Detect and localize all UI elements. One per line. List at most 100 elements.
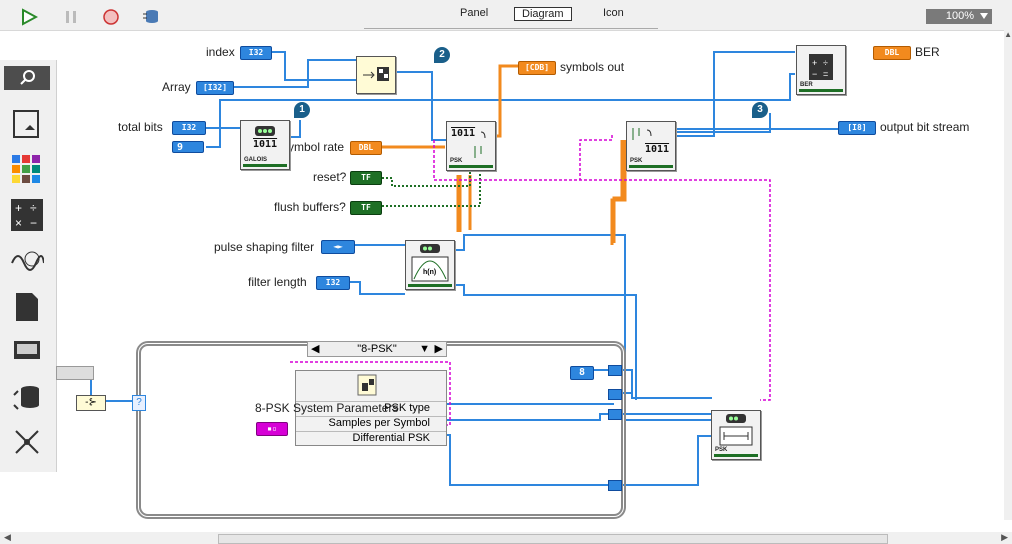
psk-modulator-vi[interactable]: 1011 PSK: [446, 121, 496, 171]
vertical-scrollbar[interactable]: ▲: [1004, 30, 1012, 520]
svg-text:+: +: [15, 201, 22, 215]
svg-text:÷: ÷: [823, 58, 828, 68]
document-icon: [16, 293, 38, 321]
file-palette[interactable]: [7, 288, 47, 328]
samples-per-symbol-label: Samples per Symbol: [328, 417, 431, 429]
psk-demod-bits: 1011: [645, 144, 670, 155]
svg-text:−: −: [812, 69, 817, 79]
case-prev-icon[interactable]: ◀: [311, 342, 319, 356]
reset-label: reset?: [313, 170, 347, 184]
ber-vi[interactable]: + ÷ − = BER: [796, 45, 846, 95]
tunnel-1: [608, 365, 622, 376]
galois-vi[interactable]: 1011 GALOIS: [240, 120, 290, 170]
case-selector[interactable]: ◀ "8-PSK" ▼ ▶: [307, 341, 447, 357]
psk-mod-bar: [449, 165, 493, 168]
cluster-title: 8-PSK System Parameters: [255, 401, 399, 415]
tunnel-4: [608, 480, 622, 491]
ber-bar: [799, 89, 843, 92]
output-terminal[interactable]: [I8]: [838, 121, 876, 135]
database-icon: [13, 386, 39, 410]
svg-text:+: +: [812, 58, 817, 68]
horizontal-scrollbar[interactable]: ◀ ▶: [0, 532, 1012, 544]
galois-caption: GALOIS: [244, 157, 268, 163]
numeric-palette[interactable]: + ÷ × −: [7, 195, 47, 235]
filter-length-label: filter length: [248, 275, 307, 289]
structures-palette[interactable]: [7, 104, 47, 144]
marker-1: 1: [294, 102, 310, 118]
function-palette: + ÷ × −: [0, 60, 57, 472]
case-tunnel: ?: [132, 395, 146, 411]
psk-demodulator-vi[interactable]: 1011 PSK: [626, 121, 676, 171]
ber-terminal[interactable]: DBL: [873, 46, 911, 60]
chevron-down-icon[interactable]: ▼: [419, 342, 430, 356]
scroll-up-icon[interactable]: ▲: [1004, 30, 1012, 39]
array-palette[interactable]: [7, 150, 47, 190]
psk-params-caption: PSK: [715, 447, 728, 453]
psk-params-vi[interactable]: PSK: [711, 410, 761, 460]
symbols-out-label: symbols out: [560, 60, 625, 74]
filter-bar: [408, 284, 452, 287]
cluster-row-differential[interactable]: Differential PSK: [296, 431, 446, 446]
network-icon: [15, 430, 39, 454]
total-bits-terminal[interactable]: I32: [172, 121, 206, 135]
symbol-rate-label: symbol rate: [282, 140, 345, 154]
convert-node[interactable]: -⊱: [76, 395, 106, 411]
calculator-icon: + ÷− =: [809, 54, 833, 80]
symbol-rate-terminal[interactable]: DBL: [350, 141, 382, 155]
filter-vi[interactable]: h(n): [405, 240, 455, 290]
tunnel-2: [608, 389, 622, 400]
total-bits-label: total bits: [118, 120, 163, 134]
case-next-icon[interactable]: ▶: [435, 342, 443, 356]
scroll-thumb[interactable]: [218, 534, 888, 544]
demodulate-waveform-icon: [632, 128, 652, 140]
scroll-left-icon[interactable]: ◀: [4, 532, 11, 543]
grid-colors-icon: [12, 155, 40, 183]
network-palette[interactable]: [7, 422, 47, 462]
array-label: Array: [162, 80, 191, 94]
svg-text:−: −: [30, 216, 37, 230]
svg-text:÷: ÷: [30, 201, 37, 215]
psk-mod-caption: PSK: [450, 158, 463, 164]
reset-terminal[interactable]: TF: [350, 171, 382, 185]
nine-constant[interactable]: 9: [172, 141, 204, 153]
psk-params-bar: [714, 454, 758, 457]
symbols-out-terminal[interactable]: [CDB]: [518, 61, 556, 75]
ber-label: BER: [915, 45, 940, 59]
index-array-icon: [363, 67, 389, 81]
case-input-control[interactable]: [56, 366, 94, 380]
instrument-icon: [14, 341, 40, 359]
marker-2: 2: [434, 47, 450, 63]
index-array-node[interactable]: [356, 56, 396, 94]
output-bit-stream-label: output bit stream: [880, 120, 970, 134]
index-label: index: [206, 45, 235, 59]
differential-psk-label: Differential PSK: [352, 432, 430, 444]
psk-demod-caption: PSK: [630, 158, 643, 164]
cluster-terminal[interactable]: ▪▫: [256, 422, 288, 436]
params-icon: [719, 414, 753, 446]
cluster-icon: [357, 374, 377, 396]
waveform-icon: [11, 251, 44, 271]
psk-demod-bar: [629, 165, 673, 168]
search-button[interactable]: [4, 66, 50, 90]
filter-icon: [411, 244, 449, 282]
connectivity-palette[interactable]: [7, 378, 47, 418]
array-terminal[interactable]: [I32]: [196, 81, 234, 95]
flush-terminal[interactable]: TF: [350, 201, 382, 215]
pulse-filter-terminal[interactable]: ◄►: [321, 240, 355, 254]
signal-palette[interactable]: [7, 240, 47, 280]
flush-buffers-label: flush buffers?: [274, 200, 346, 214]
svg-text:=: =: [823, 69, 828, 79]
search-icon: [20, 70, 35, 85]
pulse-shaping-filter-label: pulse shaping filter: [214, 240, 315, 254]
filter-text: h(n): [423, 269, 437, 276]
tunnel-3: [608, 409, 622, 420]
instrument-palette[interactable]: [7, 332, 47, 372]
svg-text:×: ×: [15, 216, 22, 230]
ber-caption: BER: [800, 82, 813, 88]
galois-bar: [243, 164, 287, 167]
scroll-right-icon[interactable]: ▶: [1001, 532, 1008, 543]
cluster-row-samples[interactable]: Samples per Symbol: [296, 416, 446, 431]
filter-length-terminal[interactable]: I32: [316, 276, 350, 290]
index-terminal[interactable]: I32: [240, 46, 272, 60]
galois-bits: 1011: [253, 139, 278, 150]
